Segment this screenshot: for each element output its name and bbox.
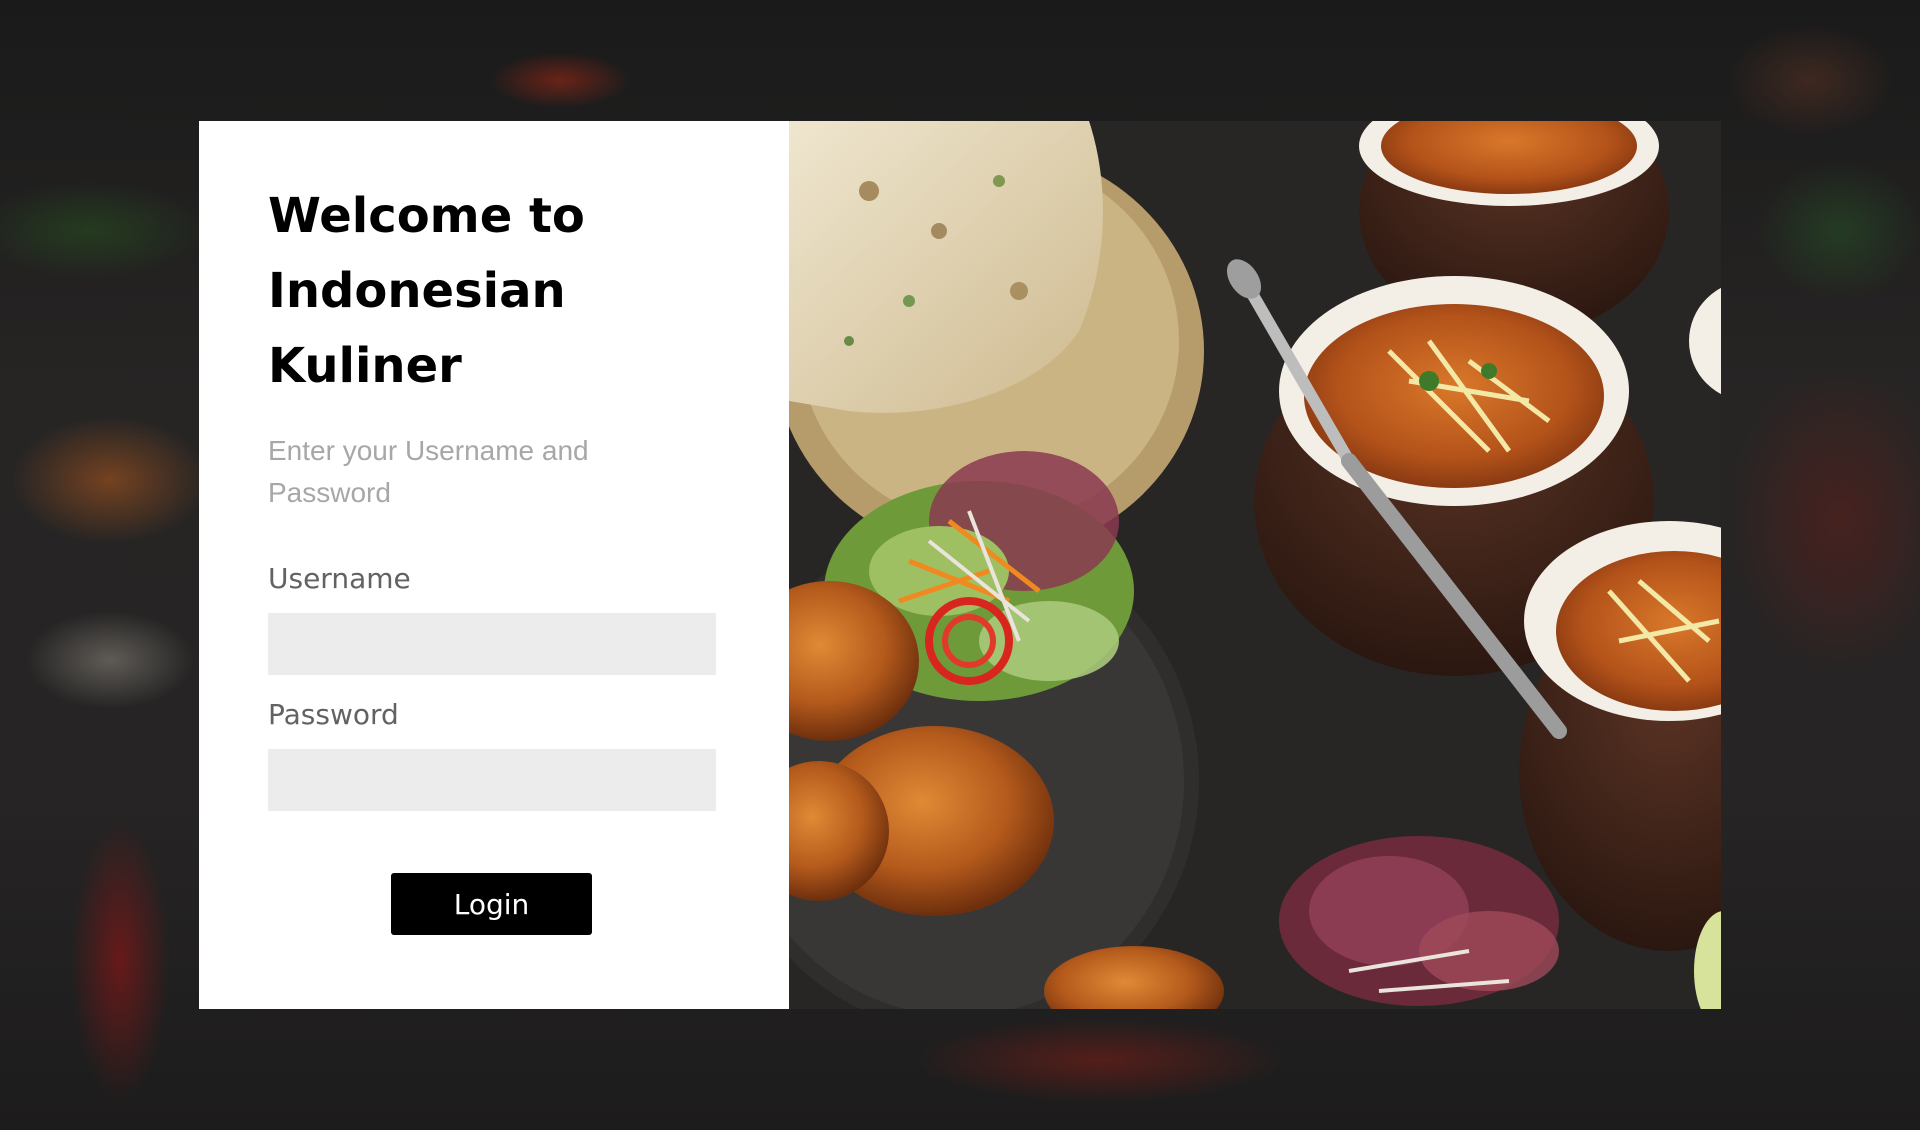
username-input[interactable] bbox=[268, 613, 716, 675]
food-photo bbox=[789, 121, 1721, 1009]
page-title: Welcome to Indonesian Kuliner bbox=[268, 188, 585, 394]
food-photo-illustration bbox=[789, 121, 1721, 1009]
password-input[interactable] bbox=[268, 749, 716, 811]
login-card: Welcome to Indonesian Kuliner Enter your… bbox=[199, 121, 1721, 1009]
login-panel: Welcome to Indonesian Kuliner Enter your… bbox=[199, 121, 789, 1009]
username-label: Username bbox=[268, 562, 411, 595]
login-button[interactable]: Login bbox=[391, 873, 592, 935]
password-label: Password bbox=[268, 698, 399, 731]
login-subtitle: Enter your Username and Password bbox=[268, 435, 589, 508]
